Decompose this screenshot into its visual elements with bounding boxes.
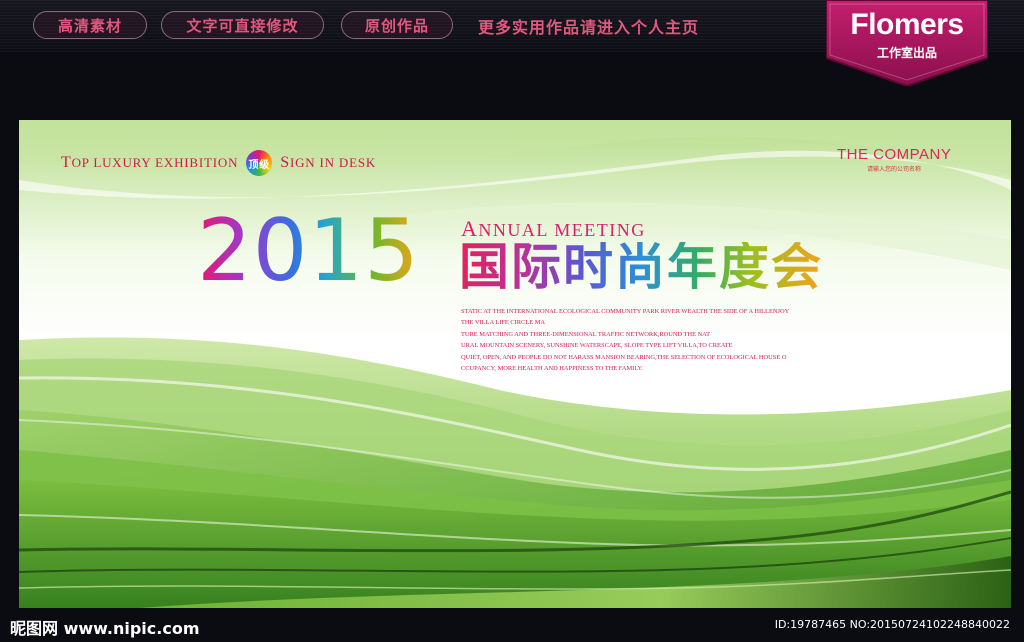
tag-editable-text[interactable]: 文字可直接修改 — [161, 11, 324, 39]
top-grade-badge: 顶级 — [246, 150, 273, 176]
description-line: URAL MOUNTAIN SCENERY, SUNSHINE WATERSCA… — [461, 342, 733, 350]
brand-subtitle: 工作室出品 — [876, 46, 937, 60]
description-line: THE VILLA LIFE CIRCLE MA — [461, 319, 546, 327]
tag-hd-material[interactable]: 高清素材 — [33, 11, 147, 39]
company-name: THE COMPANY — [837, 146, 951, 163]
tag-part1-initial: T — [61, 154, 72, 171]
studio-brand-badge[interactable]: Flomers 工作室出品 — [826, 0, 988, 86]
brand-name: Flomers — [850, 8, 964, 41]
banner-image: T OP LUXURY EXHIBITION 顶级 S IGN IN DESK TH… — [19, 120, 1011, 608]
chinese-event-title: 国际时尚年度会 — [459, 238, 823, 296]
description-line: QUIET, OPEN, AND PEOPLE DO NOT HARASS MA… — [461, 353, 787, 361]
tag-original-work[interactable]: 原创作品 — [341, 11, 453, 39]
company-name-text: THE COMPANY — [837, 146, 952, 163]
annual-rest: NNUAL MEETING — [478, 220, 646, 240]
description-line: CCUPANCY, MORE HEALTH AND HAPPINESS TO T… — [461, 365, 643, 373]
top-luxury-exhibition-tag: T OP LUXURY EXHIBITION 顶级 S IGN IN DESK — [61, 150, 376, 176]
more-works-link[interactable]: 更多实用作品请进入个人主页 — [478, 14, 699, 38]
description-line: STATIC AT THE INTERNATIONAL ECOLOGICAL C… — [461, 308, 790, 315]
tag-part2: IGN IN DESK — [289, 155, 377, 170]
description-line: TURE MATCHING AND THREE-DIMENSIONAL TRAF… — [461, 330, 710, 338]
tag-part1: OP LUXURY EXHIBITION — [71, 155, 239, 170]
image-id-text: ID:19787465 NO:20150724102248840022 — [774, 618, 1010, 631]
nipic-watermark-logo: 昵图网 www.nipic.com — [10, 619, 200, 638]
tag-part2-initial: S — [280, 154, 290, 171]
company-name-placeholder: 请输入您的公司名称 — [867, 166, 922, 173]
watermark-footer: 昵图网 www.nipic.com ID:19787465 NO:2015072… — [0, 608, 1024, 642]
description-paragraph: STATIC AT THE INTERNATIONAL ECOLOGICAL C… — [461, 306, 841, 374]
year-2015: 2015 — [197, 201, 420, 301]
